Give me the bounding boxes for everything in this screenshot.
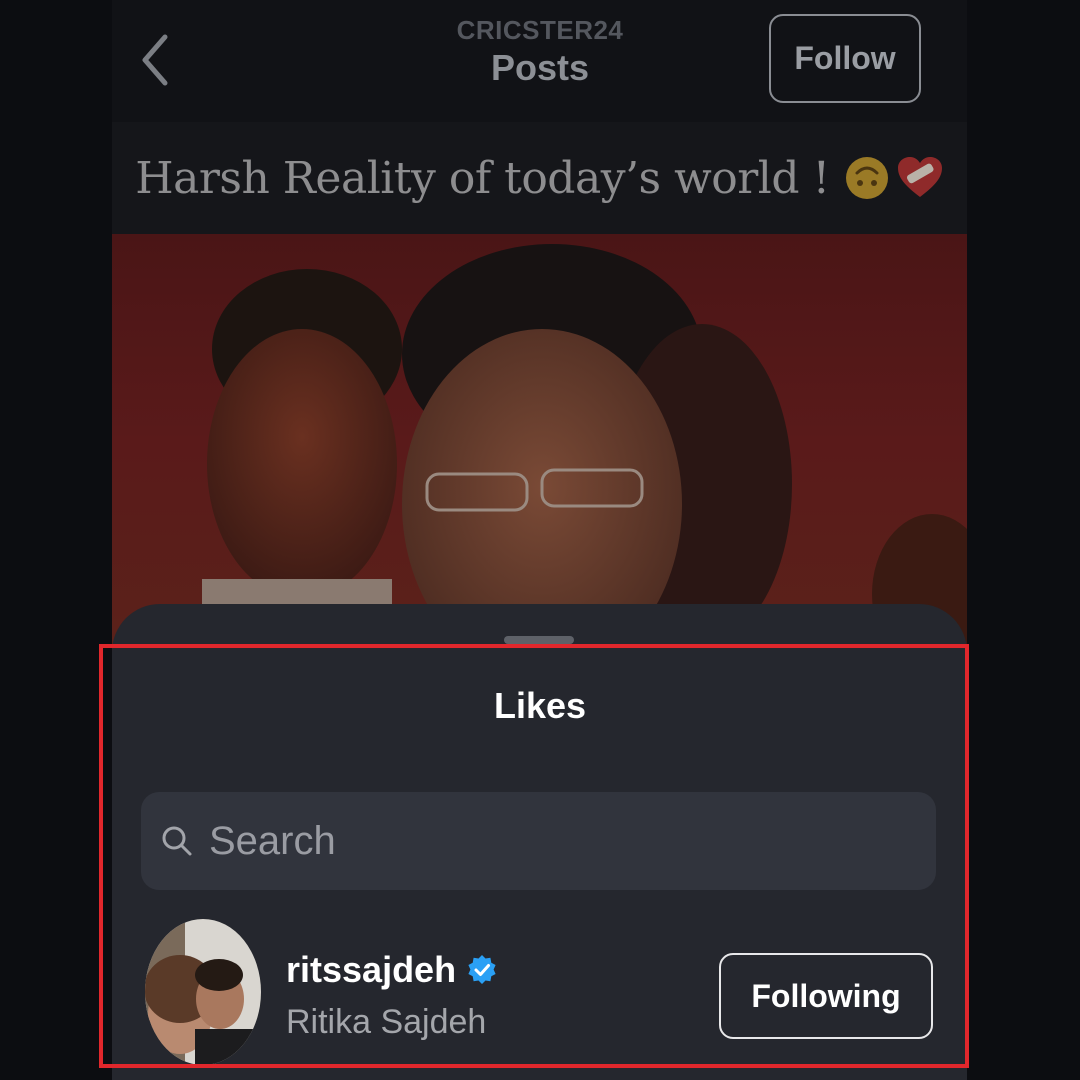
username-link[interactable]: ritssajdeh — [286, 949, 498, 991]
mending-heart-emoji-icon — [897, 157, 942, 197]
follow-button[interactable]: Follow — [769, 14, 921, 103]
account-name[interactable]: CRICSTER24 — [380, 14, 700, 46]
verified-badge-icon — [466, 954, 498, 986]
post-caption: Harsh Reality of today’s world ! — [135, 152, 830, 204]
search-icon — [161, 825, 193, 857]
post-photo — [202, 244, 967, 654]
list-item[interactable]: ritssajdeh Ritika Sajdeh Following — [141, 915, 941, 1065]
upside-down-face-emoji-icon — [845, 157, 888, 199]
search-field[interactable] — [141, 792, 936, 890]
username: ritssajdeh — [286, 949, 457, 990]
post-image[interactable] — [112, 234, 967, 654]
page-title: Posts — [490, 47, 590, 88]
chevron-left-icon — [142, 34, 168, 86]
full-name: Ritika Sajdeh — [286, 1003, 487, 1041]
avatar[interactable] — [145, 919, 261, 1065]
search-input[interactable] — [207, 817, 911, 865]
likes-title: Likes — [493, 685, 587, 726]
back-button[interactable] — [132, 28, 176, 92]
header-title: CRICSTER24 Posts — [380, 14, 700, 90]
post-caption-bar: Harsh Reality of today’s world ! — [112, 122, 967, 234]
following-button[interactable]: Following — [719, 953, 933, 1039]
sheet-drag-handle[interactable] — [504, 636, 574, 644]
